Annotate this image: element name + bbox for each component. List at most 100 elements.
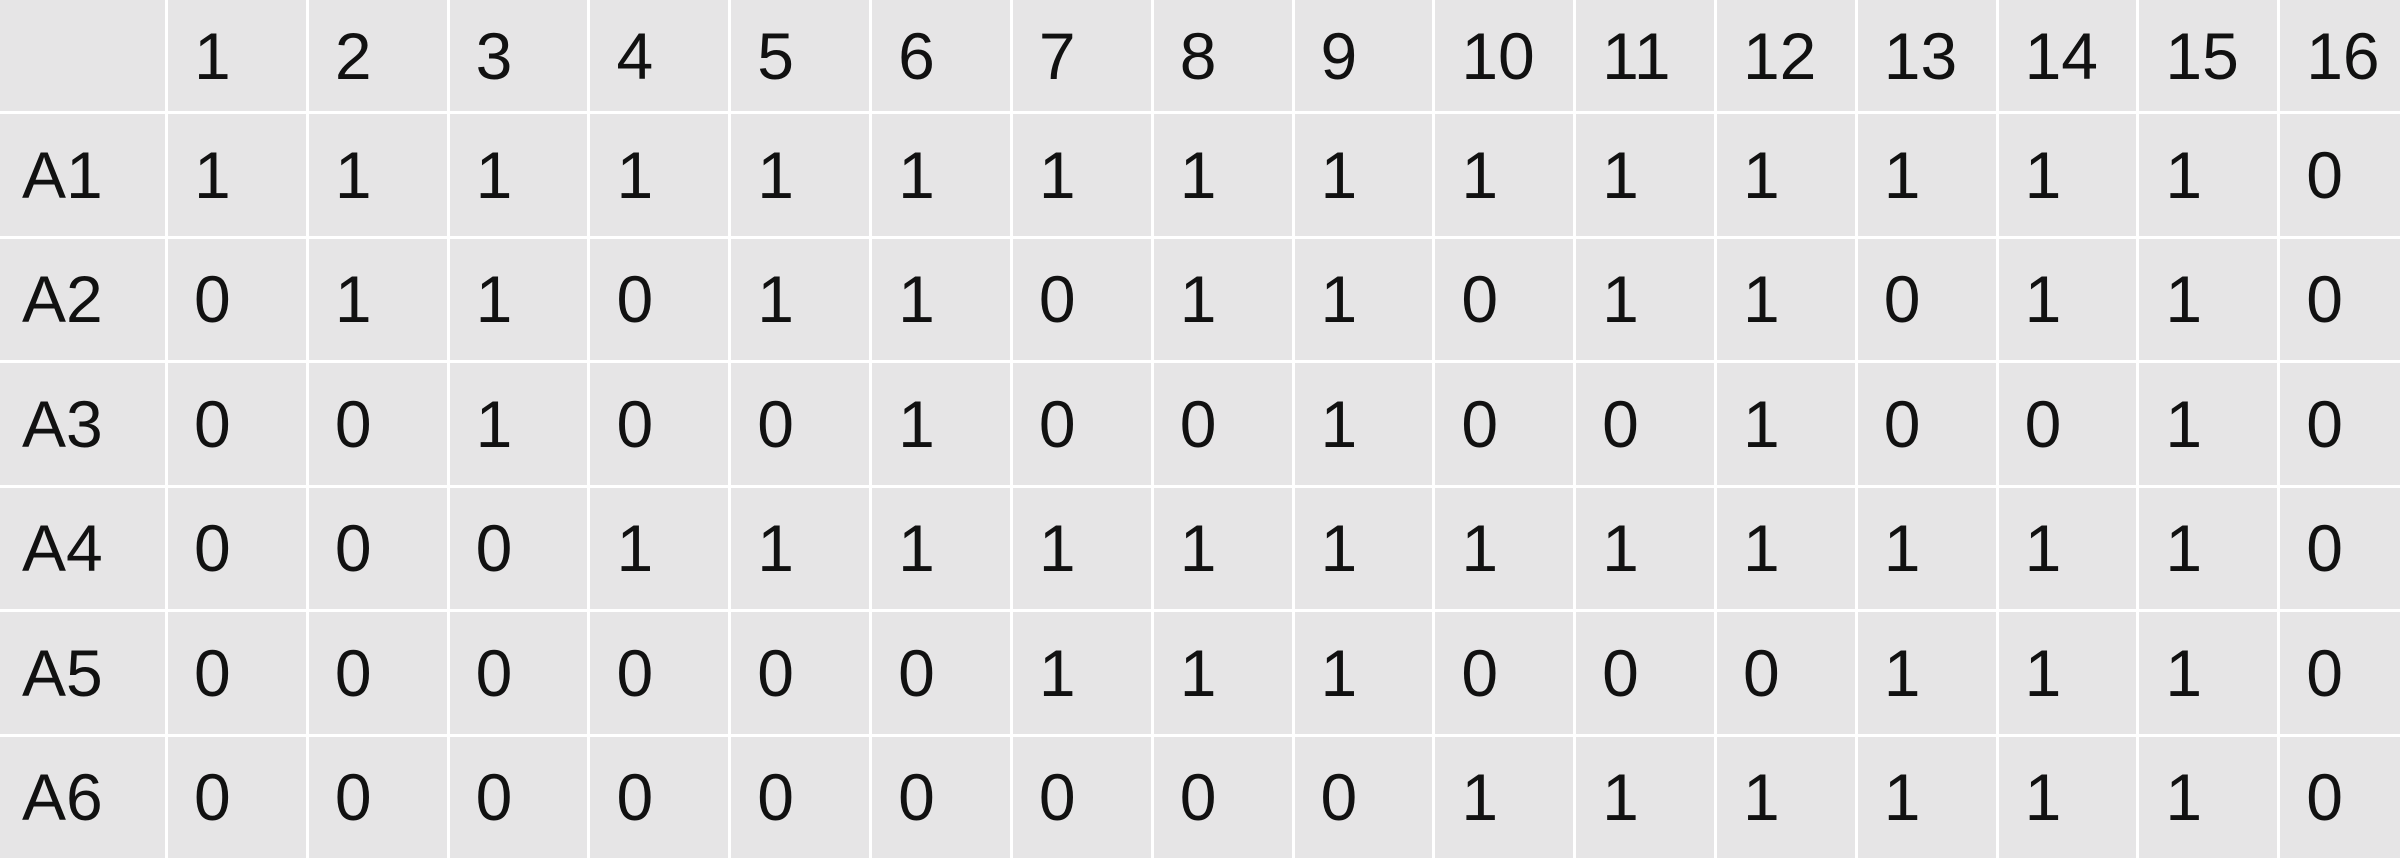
table-cell: 1	[1717, 737, 1855, 858]
table-cell: 0	[309, 363, 447, 485]
table-cell: 1	[1013, 114, 1151, 236]
table-cell: 1	[1576, 114, 1714, 236]
table-cell: 1	[450, 363, 588, 485]
row-header: A2	[0, 239, 165, 361]
row-header: A1	[0, 114, 165, 236]
table-cell: 0	[1435, 363, 1573, 485]
table-cell: 0	[2280, 612, 2400, 734]
table-cell: 0	[1999, 363, 2137, 485]
table-cell: 1	[1154, 239, 1292, 361]
table-cell: 1	[1999, 612, 2137, 734]
column-header: 16	[2280, 0, 2400, 111]
table-cell: 1	[1717, 239, 1855, 361]
table-cell: 1	[1435, 488, 1573, 610]
table-cell: 1	[168, 114, 306, 236]
column-header: 10	[1435, 0, 1573, 111]
table-cell: 0	[309, 488, 447, 610]
table-cell: 1	[2139, 239, 2277, 361]
table-cell: 0	[590, 737, 728, 858]
table-cell: 0	[168, 363, 306, 485]
table-cell: 1	[1295, 488, 1433, 610]
table-cell: 1	[1999, 488, 2137, 610]
column-header: 4	[590, 0, 728, 111]
table-cell: 0	[590, 612, 728, 734]
column-header: 9	[1295, 0, 1433, 111]
table-cell: 0	[872, 737, 1010, 858]
table-cell: 1	[1435, 114, 1573, 236]
table-cell: 0	[1154, 737, 1292, 858]
table-cell: 1	[1858, 114, 1996, 236]
table-cell: 1	[1576, 488, 1714, 610]
table-cell: 0	[872, 612, 1010, 734]
row-header: A6	[0, 737, 165, 858]
column-header: 8	[1154, 0, 1292, 111]
table-cell: 1	[1295, 612, 1433, 734]
table-cell: 0	[168, 488, 306, 610]
table-cell: 0	[2280, 114, 2400, 236]
table-cell: 1	[1999, 114, 2137, 236]
binary-table: 12345678910111213141516A1111111111111111…	[0, 0, 2400, 856]
table-cell: 0	[309, 737, 447, 858]
table-cell: 0	[731, 363, 869, 485]
table-cell: 1	[2139, 488, 2277, 610]
table-cell: 0	[450, 737, 588, 858]
table-cell: 0	[1295, 737, 1433, 858]
table-cell: 1	[2139, 737, 2277, 858]
row-header: A3	[0, 363, 165, 485]
table-cell: 0	[2280, 488, 2400, 610]
row-header: A4	[0, 488, 165, 610]
table-cell: 0	[1576, 612, 1714, 734]
table-cell: 0	[2280, 239, 2400, 361]
column-header: 5	[731, 0, 869, 111]
table-cell: 1	[1013, 612, 1151, 734]
table-cell: 1	[731, 239, 869, 361]
table-cell: 1	[1717, 114, 1855, 236]
table-cell: 0	[168, 612, 306, 734]
table-cell: 0	[2280, 363, 2400, 485]
column-header: 6	[872, 0, 1010, 111]
table-cell: 1	[2139, 612, 2277, 734]
table-cell: 1	[1295, 363, 1433, 485]
table-cell: 0	[1717, 612, 1855, 734]
table-cell: 1	[1154, 612, 1292, 734]
table-cell: 0	[1013, 363, 1151, 485]
table-cell: 0	[450, 612, 588, 734]
table-cell: 1	[590, 488, 728, 610]
table-cell: 0	[1858, 363, 1996, 485]
table-cell: 1	[450, 239, 588, 361]
table-cell: 1	[1858, 737, 1996, 858]
table-cell: 1	[309, 239, 447, 361]
table-cell: 0	[590, 363, 728, 485]
table-cell: 1	[1295, 114, 1433, 236]
table-cell: 1	[450, 114, 588, 236]
table-cell: 1	[1154, 488, 1292, 610]
table-cell: 0	[1576, 363, 1714, 485]
column-header: 2	[309, 0, 447, 111]
table-cell: 0	[168, 737, 306, 858]
table-cell: 1	[1013, 488, 1151, 610]
table-cell: 0	[1435, 612, 1573, 734]
column-header: 14	[1999, 0, 2137, 111]
column-header: 13	[1858, 0, 1996, 111]
table-cell: 0	[1435, 239, 1573, 361]
table-cell: 1	[872, 239, 1010, 361]
column-header: 11	[1576, 0, 1714, 111]
table-cell: 0	[1013, 239, 1151, 361]
table-cell: 1	[309, 114, 447, 236]
table-cell: 1	[1295, 239, 1433, 361]
table-cell: 0	[1154, 363, 1292, 485]
table-cell: 1	[1717, 488, 1855, 610]
table-cell: 1	[1576, 737, 1714, 858]
table-cell: 1	[872, 363, 1010, 485]
table-cell: 0	[168, 239, 306, 361]
table-cell: 1	[1858, 612, 1996, 734]
table-cell: 1	[2139, 114, 2277, 236]
table-cell: 1	[1154, 114, 1292, 236]
table-cell: 1	[872, 488, 1010, 610]
table-cell: 1	[1999, 239, 2137, 361]
table-cell: 1	[1999, 737, 2137, 858]
corner-cell	[0, 0, 165, 111]
table-cell: 1	[731, 488, 869, 610]
column-header: 7	[1013, 0, 1151, 111]
table-cell: 1	[1717, 363, 1855, 485]
